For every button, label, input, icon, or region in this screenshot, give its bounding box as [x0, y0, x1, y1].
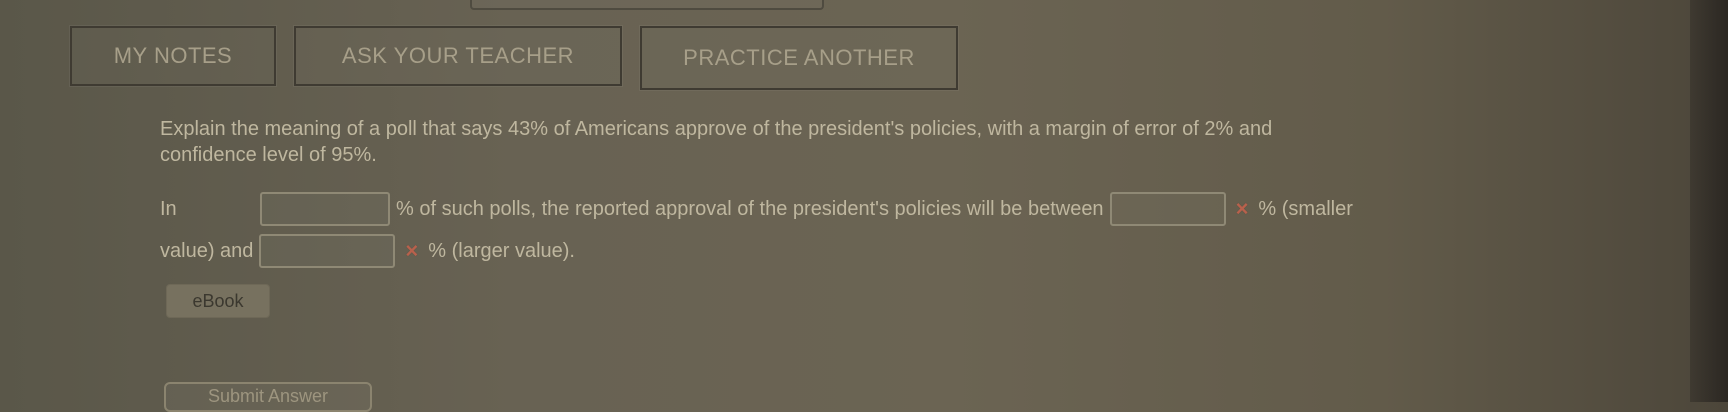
- toolbar: MY NOTES ASK YOUR TEACHER PRACTICE ANOTH…: [69, 25, 959, 91]
- wrong-answer-icon: ×: [1235, 196, 1249, 221]
- question-prompt: Explain the meaning of a poll that says …: [160, 116, 1600, 168]
- page: MY NOTES ASK YOUR TEACHER PRACTICE ANOTH…: [0, 0, 1728, 412]
- larger-value-input[interactable]: [259, 234, 396, 268]
- answer-block: In % of such polls, the reported approva…: [160, 188, 1600, 272]
- my-notes-button[interactable]: MY NOTES: [69, 25, 277, 87]
- larger-value-suffix: % (larger value).: [428, 240, 575, 262]
- in-label: In: [160, 198, 177, 220]
- wrong-answer-icon: ×: [405, 238, 419, 263]
- answer-line-2: value) and × % (larger value).: [160, 230, 1600, 272]
- answer-line-1: In % of such polls, the reported approva…: [160, 188, 1600, 230]
- submit-answer-button[interactable]: Submit Answer: [164, 382, 372, 412]
- question-line-1: Explain the meaning of a poll that says …: [160, 118, 1273, 140]
- smaller-value-input[interactable]: [1109, 192, 1226, 226]
- ask-your-teacher-button[interactable]: ASK YOUR TEACHER: [293, 25, 623, 87]
- confidence-percent-input[interactable]: [260, 192, 390, 226]
- top-frame-edge: [470, 0, 824, 10]
- smaller-value-suffix: % (smaller: [1258, 198, 1353, 220]
- value-and-text: value) and: [160, 240, 254, 262]
- ebook-button[interactable]: eBook: [166, 284, 270, 318]
- practice-another-button[interactable]: PRACTICE ANOTHER: [639, 25, 959, 91]
- middle-text: % of such polls, the reported approval o…: [396, 198, 1104, 220]
- question-line-2: confidence level of 95%.: [160, 144, 377, 166]
- screen-bezel: [1690, 0, 1728, 402]
